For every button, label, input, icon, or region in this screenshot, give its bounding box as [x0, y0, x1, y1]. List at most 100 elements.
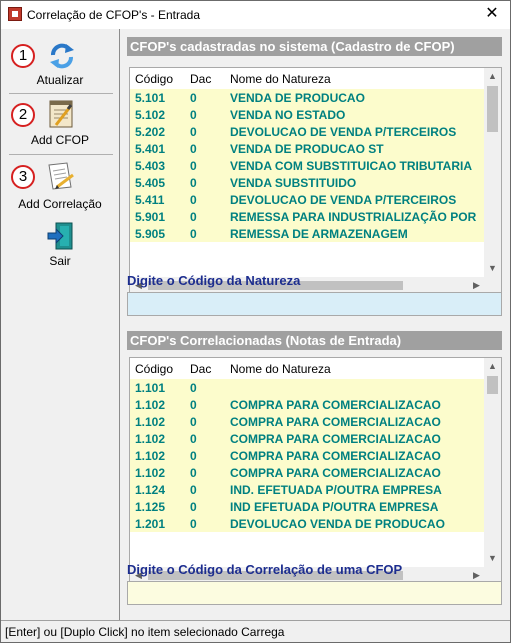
table-row[interactable]: 5.403 0 VENDA COM SUBSTITUICAO TRIBUTARIA	[130, 157, 485, 174]
table-row[interactable]: 5.202 0 DEVOLUCAO DE VENDA P/TERCEIROS	[130, 123, 485, 140]
column-header-dac[interactable]: Dac	[190, 362, 211, 376]
cell-dac: 0	[190, 466, 197, 480]
cell-nome: VENDA DE PRODUCAO	[230, 91, 365, 105]
table-row[interactable]: 5.411 0 DEVOLUCAO DE VENDA P/TERCEIROS	[130, 191, 485, 208]
cell-nome: COMPRA PARA COMERCIALIZACAO	[230, 415, 441, 429]
cell-dac: 0	[190, 398, 197, 412]
table-row[interactable]: 1.101 0	[130, 379, 485, 396]
cell-dac: 0	[190, 159, 197, 173]
table-row[interactable]: 5.901 0 REMESSA PARA INDUSTRIALIZAÇÃO POR	[130, 208, 485, 225]
column-header-dac[interactable]: Dac	[190, 72, 211, 86]
cell-dac: 0	[190, 381, 197, 395]
cell-codigo: 1.102	[135, 398, 166, 412]
cell-codigo: 5.905	[135, 227, 166, 241]
cell-dac: 0	[190, 142, 197, 156]
table-row[interactable]: 1.201 0 DEVOLUCAO VENDA DE PRODUCAO	[130, 515, 485, 532]
cell-dac: 0	[190, 91, 197, 105]
scroll-up-arrow-icon[interactable]: ▲	[484, 358, 501, 375]
natureza-code-input[interactable]	[128, 293, 501, 315]
table-row[interactable]: 5.405 0 VENDA SUBSTITUIDO	[130, 174, 485, 191]
cell-dac: 0	[190, 500, 197, 514]
cell-nome: IND. EFETUADA P/OUTRA EMPRESA	[230, 483, 442, 497]
scroll-thumb[interactable]	[487, 376, 498, 394]
sair-label: Sair	[49, 254, 71, 268]
grid-header: Código Dac Nome do Natureza	[130, 358, 485, 379]
cell-dac: 0	[190, 125, 197, 139]
refresh-icon	[47, 41, 77, 74]
cell-nome: DEVOLUCAO VENDA DE PRODUCAO	[230, 517, 445, 531]
close-button[interactable]: ✕	[482, 4, 502, 24]
table-row[interactable]: 1.102 0 COMPRA PARA COMERCIALIZACAO	[130, 396, 485, 413]
table-row[interactable]: 5.401 0 VENDA DE PRODUCAO ST	[130, 140, 485, 157]
cell-dac: 0	[190, 449, 197, 463]
cell-codigo: 1.102	[135, 432, 166, 446]
cell-dac: 0	[190, 176, 197, 190]
step-number-3: 3	[11, 165, 35, 189]
add-correlacao-button[interactable]: 3 Add Correlação	[1, 159, 119, 215]
cell-dac: 0	[190, 517, 197, 531]
vertical-scrollbar[interactable]: ▲ ▼	[484, 68, 501, 277]
cell-dac: 0	[190, 415, 197, 429]
cell-codigo: 1.201	[135, 517, 166, 531]
vertical-scrollbar[interactable]: ▲ ▼	[484, 358, 501, 567]
column-header-nome[interactable]: Nome do Natureza	[230, 72, 331, 86]
sidebar-divider	[9, 154, 113, 155]
cell-nome: VENDA DE PRODUCAO ST	[230, 142, 384, 156]
notepad-icon	[48, 99, 76, 132]
status-bar: [Enter] ou [Duplo Click] no item selecio…	[1, 620, 510, 642]
app-icon	[8, 7, 22, 21]
cfop-correlacionadas-grid[interactable]: Código Dac Nome do Natureza 1.101 0 1.102 0…	[129, 357, 502, 583]
cell-codigo: 5.202	[135, 125, 166, 139]
cell-codigo: 1.125	[135, 500, 166, 514]
cell-dac: 0	[190, 432, 197, 446]
column-header-nome[interactable]: Nome do Natureza	[230, 362, 331, 376]
table-row[interactable]: 5.101 0 VENDA DE PRODUCAO	[130, 89, 485, 106]
cfop-cadastradas-grid[interactable]: Código Dac Nome do Natureza 5.101 0 VENDA …	[129, 67, 502, 295]
table-row[interactable]: 1.102 0 COMPRA PARA COMERCIALIZACAO	[130, 430, 485, 447]
cell-nome: VENDA COM SUBSTITUICAO TRIBUTARIA	[230, 159, 472, 173]
column-header-codigo[interactable]: Código	[135, 362, 173, 376]
add-cfop-button[interactable]: 2 Add CFOP	[1, 97, 119, 151]
main-window: Correlação de CFOP's - Entrada ✕ 1 Atual…	[0, 0, 511, 643]
cfop-correlacionadas-header: CFOP's Correlacionadas (Notas de Entrada…	[127, 331, 502, 350]
cell-codigo: 5.102	[135, 108, 166, 122]
table-row[interactable]: 5.102 0 VENDA NO ESTADO	[130, 106, 485, 123]
title-bar[interactable]: Correlação de CFOP's - Entrada ✕	[1, 1, 510, 29]
table-row[interactable]: 1.102 0 COMPRA PARA COMERCIALIZACAO	[130, 447, 485, 464]
cell-nome: VENDA NO ESTADO	[230, 108, 346, 122]
cell-dac: 0	[190, 193, 197, 207]
atualizar-button[interactable]: 1 Atualizar	[1, 37, 119, 91]
cfop-cadastradas-header: CFOP's cadastradas no sistema (Cadastro …	[127, 37, 502, 56]
cell-codigo: 5.405	[135, 176, 166, 190]
scroll-up-arrow-icon[interactable]: ▲	[484, 68, 501, 85]
cell-codigo: 5.403	[135, 159, 166, 173]
correlacao-code-input[interactable]	[128, 582, 501, 604]
scroll-down-arrow-icon[interactable]: ▼	[484, 260, 501, 277]
cell-nome: IND EFETUADA P/OUTRA EMPRESA	[230, 500, 439, 514]
correlacao-input-box[interactable]	[127, 581, 502, 605]
atualizar-label: Atualizar	[36, 73, 84, 87]
cell-dac: 0	[190, 483, 197, 497]
column-header-codigo[interactable]: Código	[135, 72, 173, 86]
table-row[interactable]: 1.102 0 COMPRA PARA COMERCIALIZACAO	[130, 464, 485, 481]
scroll-thumb[interactable]	[487, 86, 498, 132]
table-row[interactable]: 5.905 0 REMESSA DE ARMAZENAGEM	[130, 225, 485, 242]
table-row[interactable]: 1.124 0 IND. EFETUADA P/OUTRA EMPRESA	[130, 481, 485, 498]
scroll-down-arrow-icon[interactable]: ▼	[484, 550, 501, 567]
cell-codigo: 5.411	[135, 193, 165, 207]
natureza-input-box[interactable]	[127, 292, 502, 316]
table-row[interactable]: 1.125 0 IND EFETUADA P/OUTRA EMPRESA	[130, 498, 485, 515]
step-number-1: 1	[11, 44, 35, 68]
sair-button[interactable]: Sair	[1, 219, 119, 273]
cell-nome: VENDA SUBSTITUIDO	[230, 176, 357, 190]
cell-codigo: 1.102	[135, 466, 166, 480]
cell-nome: REMESSA PARA INDUSTRIALIZAÇÃO POR	[230, 210, 477, 224]
table-row[interactable]: 1.102 0 COMPRA PARA COMERCIALIZACAO	[130, 413, 485, 430]
cell-dac: 0	[190, 108, 197, 122]
cell-nome: COMPRA PARA COMERCIALIZACAO	[230, 432, 441, 446]
window-title: Correlação de CFOP's - Entrada	[27, 8, 201, 22]
content-panel: CFOP's cadastradas no sistema (Cadastro …	[121, 29, 510, 620]
cell-codigo: 1.102	[135, 415, 166, 429]
cell-codigo: 1.124	[135, 483, 166, 497]
edit-document-icon	[45, 161, 77, 196]
